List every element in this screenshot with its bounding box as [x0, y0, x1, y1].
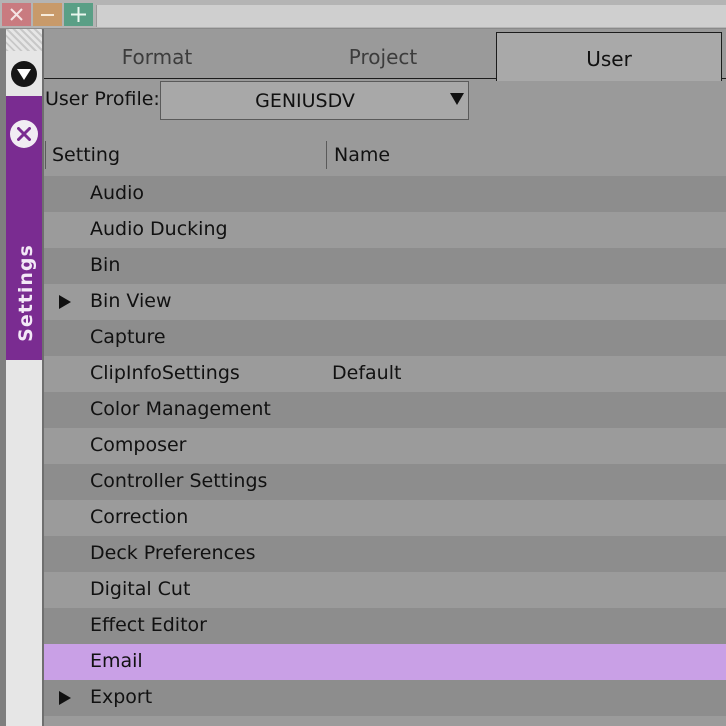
triangle-down-icon	[450, 93, 464, 105]
row-setting-label: Email	[90, 650, 143, 672]
tab-baseline-right	[722, 78, 726, 79]
row-setting-label: Controller Settings	[90, 470, 268, 492]
window-maximize-button[interactable]	[64, 3, 93, 26]
tab-bar: Format Project User	[44, 29, 726, 81]
table-row[interactable]: Deck Preferences	[44, 536, 726, 572]
user-profile-select[interactable]: GENIUSDV	[160, 81, 469, 120]
expand-arrow-icon[interactable]	[59, 295, 71, 309]
settings-side-tab[interactable]: Settings	[6, 96, 42, 360]
user-profile-label: User Profile:	[45, 88, 160, 110]
row-setting-label: Deck Preferences	[90, 542, 256, 564]
tab-project[interactable]: Project	[270, 29, 496, 79]
settings-table-body: Audio Audio Ducking Bin Bin View Capture Clip…	[44, 176, 726, 726]
tab-baseline	[44, 78, 496, 79]
table-row[interactable]: Export	[44, 680, 726, 716]
table-row[interactable]: Controller Settings	[44, 464, 726, 500]
minimize-icon	[41, 14, 54, 16]
close-icon	[10, 8, 23, 21]
table-row[interactable]: Audio Ducking	[44, 212, 726, 248]
tab-user[interactable]: User	[496, 32, 722, 81]
row-setting-label: Digital Cut	[90, 578, 191, 600]
dropdown-circle-icon	[17, 69, 31, 80]
table-row[interactable]: ClipInfoSettings Default	[44, 356, 726, 392]
window-close-button[interactable]	[2, 3, 31, 26]
row-setting-label: Bin View	[90, 290, 172, 312]
table-row[interactable]: Digital Cut	[44, 572, 726, 608]
row-setting-label: Correction	[90, 506, 189, 528]
table-row[interactable]	[44, 716, 726, 726]
table-row[interactable]: Audio	[44, 176, 726, 212]
table-row[interactable]: Composer	[44, 428, 726, 464]
table-row[interactable]: Bin View	[44, 284, 726, 320]
row-setting-label: Composer	[90, 434, 187, 456]
panel-menu-button[interactable]	[11, 61, 37, 87]
row-setting-label: ClipInfoSettings	[90, 362, 240, 384]
table-header: Setting Name	[44, 138, 726, 174]
window-minimize-button[interactable]	[33, 3, 62, 26]
column-header-setting[interactable]: Setting	[52, 144, 120, 166]
close-circle-icon	[17, 127, 31, 141]
plus-icon	[71, 7, 86, 22]
table-row[interactable]: Effect Editor	[44, 608, 726, 644]
row-setting-label: Bin	[90, 254, 121, 276]
table-row[interactable]: Correction	[44, 500, 726, 536]
table-row[interactable]: Capture	[44, 320, 726, 356]
row-setting-label: Color Management	[90, 398, 271, 420]
title-bar	[0, 0, 726, 29]
row-setting-label: Audio Ducking	[90, 218, 228, 240]
column-separator	[45, 141, 46, 169]
resize-grip[interactable]	[6, 29, 42, 51]
row-setting-label: Export	[90, 686, 153, 708]
settings-close-button[interactable]	[10, 120, 38, 148]
settings-tab-label: Settings	[15, 244, 37, 342]
row-setting-label: Capture	[90, 326, 166, 348]
row-name-value: Default	[332, 362, 402, 384]
row-setting-label: Audio	[90, 182, 145, 204]
tab-format[interactable]: Format	[44, 29, 270, 79]
table-row[interactable]: Color Management	[44, 392, 726, 428]
column-header-name[interactable]: Name	[334, 144, 390, 166]
table-row[interactable]: Email	[44, 644, 726, 680]
expand-arrow-icon[interactable]	[59, 691, 71, 705]
table-row[interactable]: Bin	[44, 248, 726, 284]
user-profile-value: GENIUSDV	[255, 90, 355, 112]
column-resize-handle[interactable]	[326, 141, 327, 169]
title-strip[interactable]	[96, 5, 726, 27]
row-setting-label: Effect Editor	[90, 614, 207, 636]
